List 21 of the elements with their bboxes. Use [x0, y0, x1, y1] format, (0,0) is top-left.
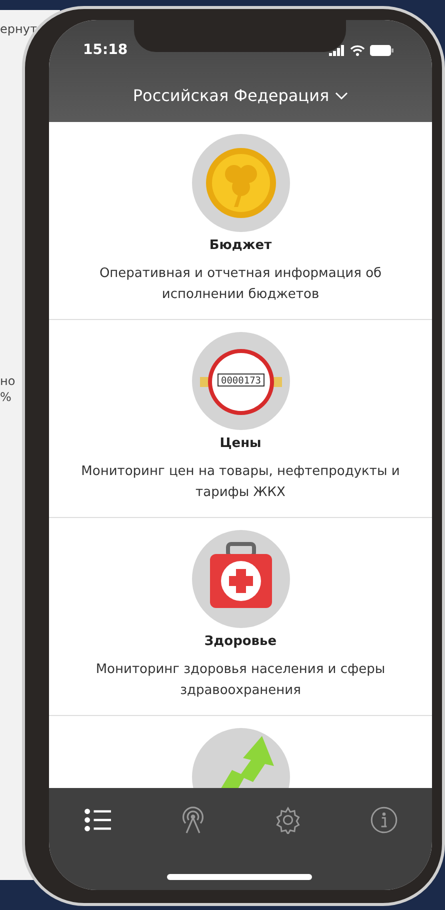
background-text: но [0, 374, 16, 388]
section-description: Мониторинг цен на товары, нефтепродукты и тарифы ЖКХ [80, 463, 401, 502]
signal-icon [329, 44, 345, 56]
settings-icon [274, 806, 302, 834]
section-description: Оперативная и отчетная информация об исполнении бюджетов [98, 265, 383, 304]
background-text: % [0, 390, 12, 404]
battery-icon [370, 44, 394, 56]
info-icon [370, 806, 398, 834]
chevron-down-icon[interactable] [335, 92, 348, 100]
section-title[interactable]: Бюджет [209, 238, 272, 253]
first-aid-kit-icon[interactable] [192, 530, 290, 628]
water-meter-icon[interactable]: 0000173 [192, 332, 290, 430]
coin-clover-icon[interactable] [192, 134, 290, 232]
wifi-icon [350, 44, 365, 56]
section-title[interactable]: Цены [220, 436, 262, 451]
list-icon [82, 806, 111, 834]
section-title[interactable]: Здоровье [204, 634, 277, 649]
background-text: ернут [0, 22, 37, 36]
section-description: Мониторинг здоровья населения и сферы здравоохранения [94, 661, 386, 700]
region-title[interactable]: Российская Федерация [132, 86, 330, 105]
status-time: 15:18 [83, 42, 128, 58]
